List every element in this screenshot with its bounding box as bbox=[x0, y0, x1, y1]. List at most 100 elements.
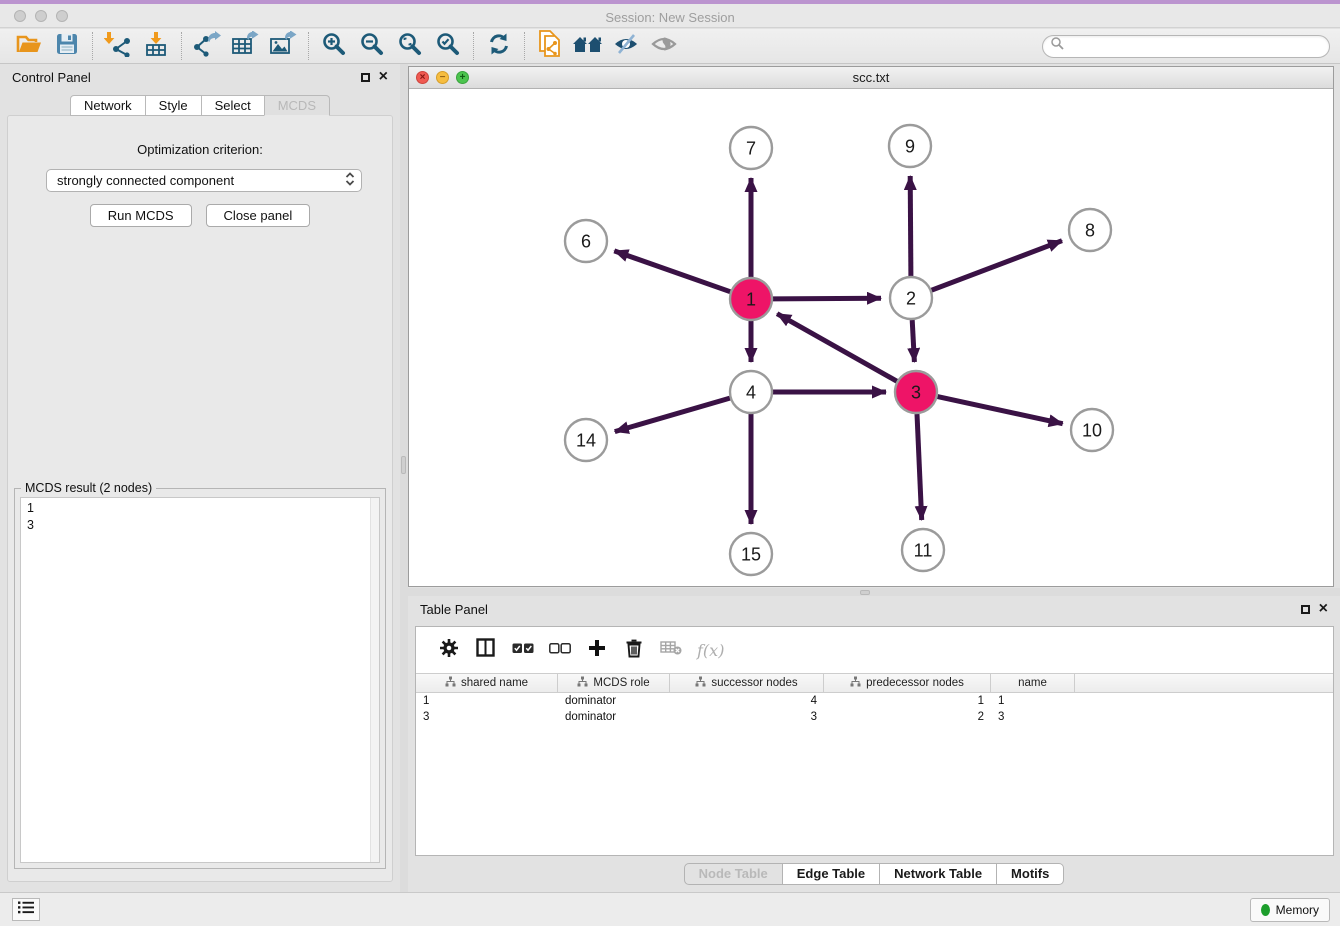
graph-node-7[interactable]: 7 bbox=[730, 127, 772, 169]
float-panel-icon[interactable] bbox=[1301, 605, 1310, 614]
table-row[interactable]: 1dominator411 bbox=[416, 693, 1333, 709]
table-cell[interactable]: 2 bbox=[824, 711, 991, 723]
result-scrollbar[interactable] bbox=[370, 498, 379, 862]
tab-node-table[interactable]: Node Table bbox=[684, 863, 783, 885]
graph-edge-1-6[interactable] bbox=[614, 251, 730, 292]
home-button[interactable] bbox=[569, 31, 607, 61]
fit-content-button[interactable] bbox=[391, 31, 429, 61]
clone-network-button[interactable] bbox=[531, 31, 569, 61]
delete-table-button[interactable] bbox=[652, 635, 689, 665]
export-network-button[interactable] bbox=[188, 31, 226, 61]
graph-node-11[interactable]: 11 bbox=[902, 529, 944, 571]
close-panel-icon[interactable]: × bbox=[379, 72, 388, 82]
column-header-MCDS-role[interactable]: MCDS role bbox=[558, 674, 670, 692]
table-cell[interactable]: dominator bbox=[558, 711, 670, 723]
graph-node-8[interactable]: 8 bbox=[1069, 209, 1111, 251]
import-network-button[interactable] bbox=[99, 31, 137, 61]
column-header-successor-nodes[interactable]: successor nodes bbox=[670, 674, 824, 692]
graph-node-9[interactable]: 9 bbox=[889, 125, 931, 167]
horizontal-splitter[interactable] bbox=[408, 588, 1340, 596]
column-header-shared-name[interactable]: shared name bbox=[416, 674, 558, 692]
run-mcds-button[interactable]: Run MCDS bbox=[90, 204, 192, 227]
zoom-selected-icon bbox=[436, 32, 460, 61]
graph-node-1[interactable]: 1 bbox=[730, 278, 772, 320]
task-history-button[interactable] bbox=[12, 898, 40, 921]
table-cell[interactable]: 4 bbox=[670, 695, 824, 707]
column-header-predecessor-nodes[interactable]: predecessor nodes bbox=[824, 674, 991, 692]
graph-edge-3-11[interactable] bbox=[917, 414, 922, 520]
column-header-name[interactable]: name bbox=[991, 674, 1075, 692]
table-cell[interactable]: 3 bbox=[416, 711, 558, 723]
graph-edge-4-14[interactable] bbox=[615, 398, 730, 432]
tab-network-table[interactable]: Network Table bbox=[879, 863, 997, 885]
mcds-result-text[interactable]: 1 3 bbox=[20, 497, 380, 863]
graph-edge-2-3[interactable] bbox=[912, 320, 914, 362]
memory-button[interactable]: Memory bbox=[1250, 898, 1330, 922]
export-table-button[interactable] bbox=[226, 31, 264, 61]
sort-hierarchy-icon bbox=[445, 676, 456, 690]
splitter-grip[interactable] bbox=[860, 590, 870, 595]
graph-node-2[interactable]: 2 bbox=[890, 277, 932, 319]
graph-node-10[interactable]: 10 bbox=[1071, 409, 1113, 451]
refresh-button[interactable] bbox=[480, 31, 518, 61]
graph-node-3[interactable]: 3 bbox=[895, 371, 937, 413]
close-panel-button[interactable]: Close panel bbox=[206, 204, 311, 227]
graph-edge-3-1[interactable] bbox=[777, 314, 897, 382]
table-cell[interactable]: 1 bbox=[416, 695, 558, 707]
network-window-titlebar[interactable]: × − + scc.txt bbox=[409, 67, 1333, 89]
tab-mcds[interactable]: MCDS bbox=[264, 95, 330, 116]
tab-select[interactable]: Select bbox=[201, 95, 265, 116]
close-panel-icon[interactable]: × bbox=[1319, 604, 1328, 614]
vertical-splitter[interactable] bbox=[400, 64, 408, 892]
deselect-all-button[interactable] bbox=[541, 635, 578, 665]
function-builder-button[interactable]: f(x) bbox=[697, 641, 724, 660]
hide-details-button[interactable] bbox=[607, 31, 645, 61]
gear-button[interactable] bbox=[430, 635, 467, 665]
graph-edge-1-2[interactable] bbox=[773, 298, 881, 299]
zoom-in-button[interactable] bbox=[315, 31, 353, 61]
table-cell[interactable]: dominator bbox=[558, 695, 670, 707]
tab-motifs[interactable]: Motifs bbox=[996, 863, 1064, 885]
network-graph[interactable]: 7 9 6 8 1 2 4 3 14 10 15 11 bbox=[409, 90, 1333, 587]
graph-edge-3-10[interactable] bbox=[938, 397, 1063, 424]
graph-node-15[interactable]: 15 bbox=[730, 533, 772, 575]
columns-button[interactable] bbox=[467, 635, 504, 665]
graph-node-14[interactable]: 14 bbox=[565, 419, 607, 461]
table-row[interactable]: 3dominator323 bbox=[416, 709, 1333, 725]
graph-node-4[interactable]: 4 bbox=[730, 371, 772, 413]
select-all-icon bbox=[512, 641, 534, 659]
select-all-button[interactable] bbox=[504, 635, 541, 665]
export-image-button[interactable] bbox=[264, 31, 302, 61]
delete-column-button[interactable] bbox=[615, 635, 652, 665]
show-eye-button[interactable] bbox=[645, 31, 683, 61]
minimize-network-button[interactable]: − bbox=[436, 71, 449, 84]
graph-node-6[interactable]: 6 bbox=[565, 220, 607, 262]
add-column-button[interactable] bbox=[578, 635, 615, 665]
graph-edge-2-9[interactable] bbox=[910, 176, 911, 276]
tab-style[interactable]: Style bbox=[145, 95, 202, 116]
zoom-out-button[interactable] bbox=[353, 31, 391, 61]
import-table-button[interactable] bbox=[137, 31, 175, 61]
table-cell[interactable]: 3 bbox=[670, 711, 824, 723]
table-cell[interactable]: 1 bbox=[991, 695, 1075, 707]
search-input[interactable] bbox=[1069, 39, 1321, 53]
maximize-network-button[interactable]: + bbox=[456, 71, 469, 84]
open-session-button[interactable] bbox=[10, 31, 48, 61]
network-canvas[interactable]: 7 9 6 8 1 2 4 3 14 10 15 11 bbox=[409, 90, 1333, 586]
export-table-icon bbox=[231, 31, 259, 62]
close-network-button[interactable]: × bbox=[416, 71, 429, 84]
zoom-selected-button[interactable] bbox=[429, 31, 467, 61]
criterion-dropdown[interactable]: strongly connected component bbox=[46, 169, 362, 192]
graph-edge-2-8[interactable] bbox=[932, 241, 1062, 291]
save-session-button[interactable] bbox=[48, 31, 86, 61]
float-panel-icon[interactable] bbox=[361, 73, 370, 82]
table-cell[interactable]: 3 bbox=[991, 711, 1075, 723]
table-cell[interactable]: 1 bbox=[824, 695, 991, 707]
splitter-grip[interactable] bbox=[401, 456, 406, 474]
table-panel-title: Table Panel bbox=[420, 602, 488, 617]
tab-edge-table[interactable]: Edge Table bbox=[782, 863, 880, 885]
network-window: × − + scc.txt 7 9 6 8 1 2 4 3 14 10 15 11 bbox=[408, 66, 1334, 587]
app-title: Session: New Session bbox=[0, 8, 1340, 28]
tab-network[interactable]: Network bbox=[70, 95, 146, 116]
search-field[interactable] bbox=[1042, 35, 1330, 58]
